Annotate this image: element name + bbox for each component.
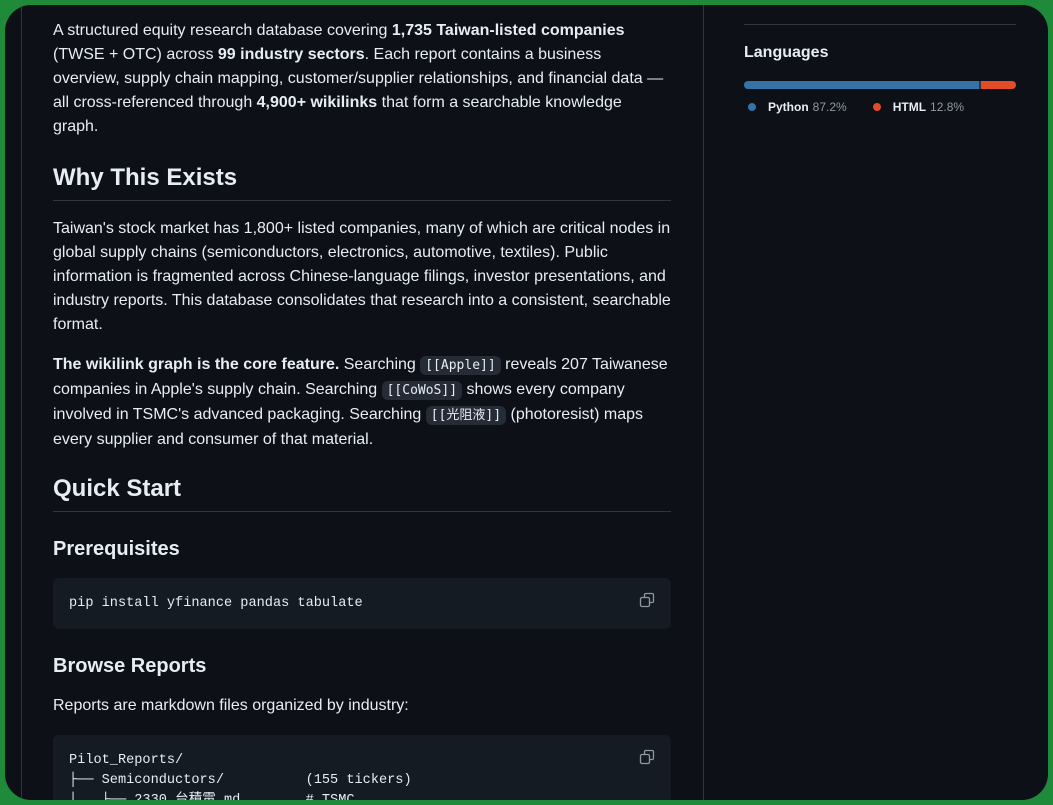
prerequisites-heading: Prerequisites xyxy=(53,538,180,560)
intro-bold-wikilinks: 4,900+ wikilinks xyxy=(256,94,378,111)
why-paragraph: Taiwan's stock market has 1,800+ listed … xyxy=(53,220,671,333)
inline-code-cowos: [[CoWoS]] xyxy=(381,381,463,400)
why-heading: Why This Exists xyxy=(53,163,671,201)
repo-page: A structured equity research database co… xyxy=(5,5,1048,800)
graph-bold-lead: The wikilink graph is the core feature. xyxy=(53,356,340,373)
tree-code: Pilot_Reports/ ├── Semiconductors/ (155 … xyxy=(69,753,412,800)
prerequisites-code-block: pip install yfinance pandas tabulate xyxy=(53,578,671,629)
copy-icon-graphic xyxy=(639,749,655,765)
copy-icon[interactable] xyxy=(639,592,657,610)
prerequisites-code: pip install yfinance pandas tabulate xyxy=(69,596,363,611)
graph-paragraph: The wikilink graph is the core feature. … xyxy=(53,353,671,452)
language-percent: 12.8% xyxy=(930,100,965,114)
left-border xyxy=(21,5,22,800)
tree-code-block: Pilot_Reports/ ├── Semiconductors/ (155 … xyxy=(53,735,671,800)
browse-reports-heading: Browse Reports xyxy=(53,655,207,677)
column-divider xyxy=(703,5,704,800)
graph-text: Searching xyxy=(339,356,421,373)
languages-list: Python 87.2% HTML 12.8% xyxy=(744,99,964,115)
language-percent: 87.2% xyxy=(812,100,847,114)
language-dot-icon xyxy=(872,103,881,111)
browse-paragraph: Reports are markdown files organized by … xyxy=(53,697,409,714)
sidebar-separator xyxy=(744,24,1016,25)
language-dot-icon xyxy=(748,103,756,111)
language-bar-segment-python xyxy=(744,81,980,89)
language-name: Python xyxy=(768,100,809,114)
intro-text: A structured equity research database co… xyxy=(53,22,392,39)
copy-icon-graphic xyxy=(639,592,655,608)
intro-paragraph: A structured equity research database co… xyxy=(53,19,671,139)
inline-code-apple: [[Apple]] xyxy=(420,356,501,375)
inline-code-photoresist: [[光阻液]] xyxy=(425,406,507,425)
copy-icon[interactable] xyxy=(639,749,657,767)
language-item-python[interactable]: Python 87.2% xyxy=(744,99,847,115)
language-item-html[interactable]: HTML 12.8% xyxy=(869,99,964,115)
languages-bar xyxy=(744,81,1016,89)
quick-start-heading: Quick Start xyxy=(53,474,671,512)
language-name: HTML xyxy=(892,100,927,114)
intro-bold-sectors: 99 industry sectors xyxy=(217,46,365,63)
intro-text: (TWSE + OTC) across xyxy=(53,46,218,63)
language-bar-segment-html xyxy=(981,81,1016,89)
intro-bold-companies: 1,735 Taiwan-listed companies xyxy=(391,22,625,39)
languages-title: Languages xyxy=(744,44,829,61)
